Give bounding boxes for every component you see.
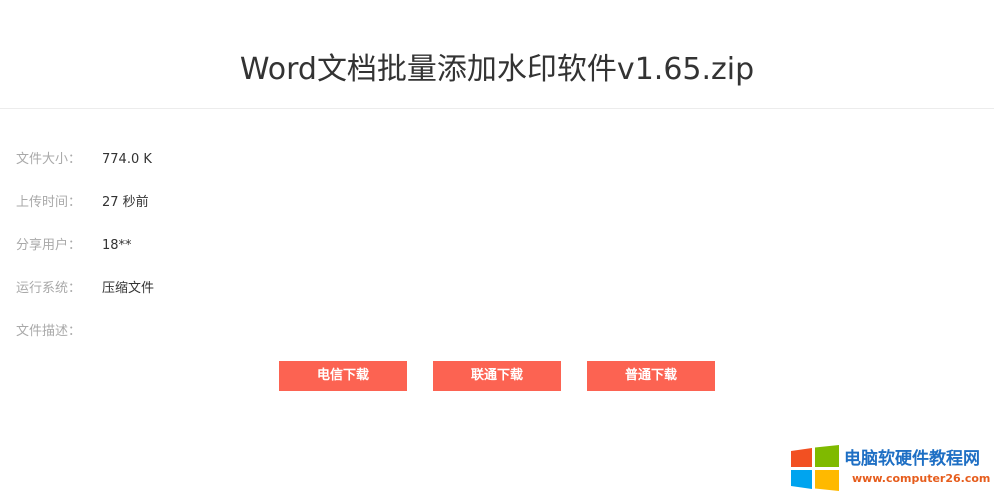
- system-label: 运行系统：: [16, 281, 82, 296]
- info-row-system: 运行系统： 压缩文件: [16, 279, 154, 299]
- description-label: 文件描述：: [16, 324, 82, 339]
- upload-time-label: 上传时间：: [16, 195, 82, 210]
- share-user-value: 18**: [102, 238, 132, 253]
- unicom-download-button[interactable]: 联通下载: [433, 361, 561, 391]
- system-value: 压缩文件: [102, 281, 155, 296]
- site-watermark: 电脑软硬件教程网 www.computer26.com: [790, 444, 990, 492]
- file-size-value: 774.0 K: [102, 152, 152, 167]
- info-row-file-size: 文件大小： 774.0 K: [16, 150, 152, 170]
- telecom-download-button[interactable]: 电信下载: [279, 361, 407, 391]
- page-header: Word文档批量添加水印软件v1.65.zip: [0, 0, 994, 109]
- info-row-upload-time: 上传时间： 27 秒前: [16, 193, 149, 213]
- file-title: Word文档批量添加水印软件v1.65.zip: [239, 52, 755, 87]
- windows-logo-icon: [791, 445, 839, 491]
- info-row-share-user: 分享用户： 18**: [16, 236, 132, 256]
- watermark-site-url: www.computer26.com: [852, 472, 991, 485]
- upload-time-value: 27 秒前: [102, 195, 149, 210]
- file-size-label: 文件大小：: [16, 152, 82, 167]
- normal-download-button[interactable]: 普通下载: [587, 361, 715, 391]
- info-row-description: 文件描述：: [16, 322, 102, 342]
- watermark-site-name: 电脑软硬件教程网: [844, 449, 980, 469]
- share-user-label: 分享用户：: [16, 238, 82, 253]
- download-page: Word文档批量添加水印软件v1.65.zip 文件大小： 774.0 K 上传时…: [0, 0, 994, 500]
